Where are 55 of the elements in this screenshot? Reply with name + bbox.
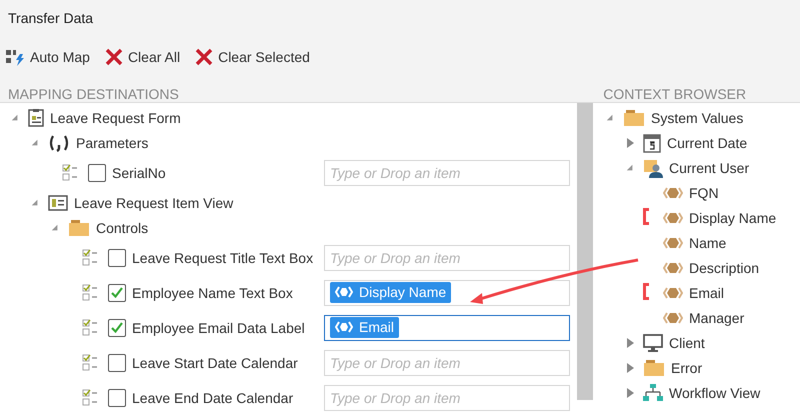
monitor-icon <box>643 334 663 352</box>
tree-node-label[interactable]: Current Date <box>667 134 748 150</box>
property-icon <box>663 186 683 200</box>
tree-node-label[interactable]: System Values <box>651 110 744 126</box>
tree-node-label[interactable]: Leave Request Form <box>50 110 181 126</box>
tree-node-label[interactable]: Parameters <box>76 134 148 150</box>
section-heading: MAPPING DESTINATIONS <box>7 86 180 102</box>
toolbar-button[interactable]: Clear All <box>104 47 180 67</box>
parentheses-comma-icon <box>48 134 70 152</box>
property-icon <box>335 286 353 298</box>
window-title: Transfer Data <box>7 9 94 28</box>
checkbox[interactable] <box>108 388 126 406</box>
tree-node-label[interactable]: Display Name <box>689 210 776 226</box>
clear-icon <box>104 47 124 67</box>
property-icon <box>663 310 683 324</box>
form-icon <box>28 108 44 126</box>
property-icon <box>663 260 683 274</box>
tree-node-label[interactable]: Client <box>669 334 705 350</box>
tree-node-label[interactable]: Description <box>689 260 760 276</box>
checkbox[interactable] <box>108 248 126 266</box>
toolbar-button[interactable]: Auto Map <box>6 48 90 66</box>
folder-icon <box>643 358 665 376</box>
section-heading: CONTEXT BROWSER <box>602 86 748 102</box>
field-label: SerialNo <box>112 164 167 180</box>
tree-node-label[interactable]: Email <box>689 284 724 300</box>
view-icon <box>48 194 68 210</box>
field-label: Leave Request Title Text Box <box>132 250 314 266</box>
property-icon <box>663 286 683 300</box>
auto-map-icon <box>6 48 26 66</box>
property-icon <box>663 210 683 224</box>
tree-node-label[interactable]: Name <box>689 234 726 250</box>
toolbar-button[interactable]: Clear Selected <box>194 47 310 67</box>
property-icon <box>663 236 683 250</box>
field-label: Leave End Date Calendar <box>132 390 294 406</box>
folder-icon <box>68 218 90 236</box>
checkbox[interactable] <box>88 164 106 182</box>
tree-node-label[interactable]: Current User <box>669 160 750 176</box>
checkbox[interactable] <box>108 284 126 302</box>
tree-node-label[interactable]: Leave Request Item View <box>74 194 234 210</box>
calendar-icon <box>643 132 661 152</box>
tree-node-label[interactable]: Manager <box>689 310 744 326</box>
field-label: Employee Name Text Box <box>132 284 294 300</box>
tree-node-label[interactable]: FQN <box>689 184 719 200</box>
checkbox[interactable] <box>108 318 126 336</box>
property-icon <box>335 321 353 333</box>
folder-icon <box>623 108 645 126</box>
clear-icon <box>194 47 214 67</box>
field-label: Leave Start Date Calendar <box>132 354 299 370</box>
field-label: Employee Email Data Label <box>132 320 306 336</box>
tree-node-label[interactable]: Error <box>671 360 702 376</box>
checkbox[interactable] <box>108 354 126 372</box>
user-folder-icon <box>643 158 663 178</box>
workflow-icon <box>643 384 663 402</box>
tree-node-label[interactable]: Workflow View <box>669 384 760 400</box>
tree-node-label[interactable]: Controls <box>96 220 148 236</box>
